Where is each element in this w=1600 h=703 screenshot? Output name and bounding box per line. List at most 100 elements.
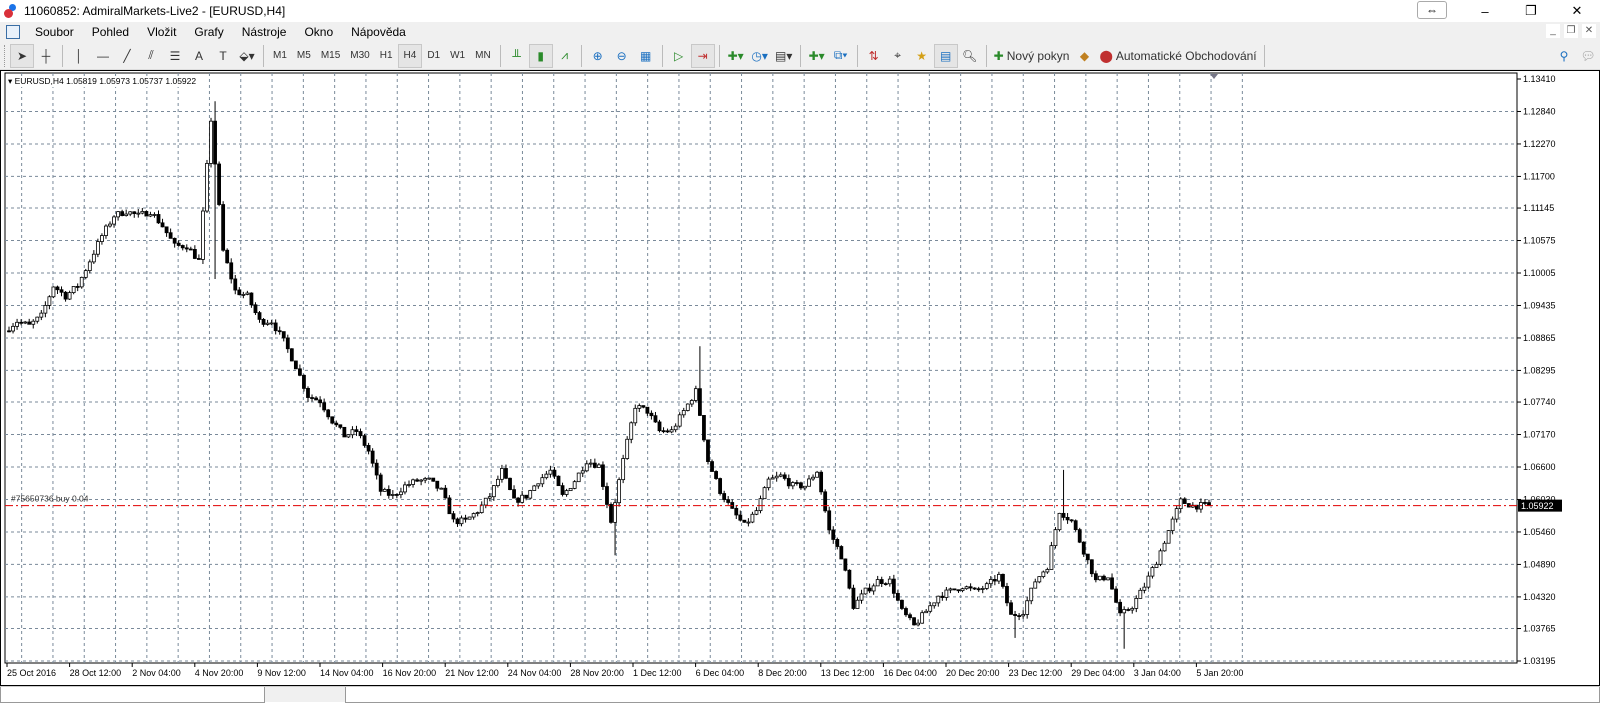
auto-trading-button[interactable]: ⬤ Automatické Obchodování [1096, 44, 1259, 68]
candlestick-chart-icon[interactable]: ▮ [528, 43, 553, 68]
separator [856, 44, 858, 67]
x-tick-label: 20 Dec 20:00 [946, 668, 1000, 678]
candle-body [168, 232, 173, 239]
fibonacci-icon[interactable]: ☰ [163, 44, 187, 68]
swap-layout-button[interactable]: ⇔ [1417, 1, 1447, 19]
chart-window[interactable]: 1.13410 1.12840 1.12270 1.11700 1.11145 1.105… [0, 70, 1600, 686]
candle-body [532, 485, 537, 491]
candle-body [439, 487, 444, 490]
timeframe-mn[interactable]: MN [470, 44, 496, 68]
candle-body [718, 478, 723, 494]
zoom-out-icon[interactable]: ⊖ [610, 44, 634, 68]
candle [1053, 527, 1058, 549]
tile-windows-icon[interactable]: ▦ [634, 44, 658, 68]
new-chart-dropdown-icon[interactable]: ✚▾ [805, 44, 829, 68]
window-title: 11060852: AdmiralMarkets-Live2 - [EURUSD… [24, 4, 286, 18]
vertical-line-icon[interactable]: │ [67, 44, 91, 68]
candle-body [100, 235, 104, 242]
candle-body [1033, 581, 1038, 589]
chart-window-icon[interactable] [6, 25, 20, 39]
timeframe-m30[interactable]: M30 [345, 44, 374, 68]
candle-body [415, 479, 419, 482]
candle-body [148, 214, 153, 217]
toolbar-grip[interactable] [4, 44, 7, 67]
mdi-minimize-button[interactable]: _ [1546, 24, 1560, 38]
menu-grafy[interactable]: Grafy [185, 25, 232, 39]
candle [1158, 548, 1163, 567]
indicators-dropdown-icon[interactable]: ✚▾ [724, 44, 748, 68]
plot-area [4, 72, 1518, 664]
crosshair-tool-icon[interactable]: ┼ [34, 44, 58, 68]
x-tick-label: 23 Dec 12:00 [1009, 668, 1063, 678]
candle-body [451, 513, 456, 520]
maximize-button[interactable]: ❐ [1508, 3, 1554, 19]
timeframe-w1[interactable]: W1 [445, 44, 470, 68]
signals-icon[interactable]: ◆ [1072, 44, 1096, 68]
candle [952, 588, 957, 591]
chat-icon[interactable]: 💬︎ [1576, 44, 1600, 68]
candle-body [807, 478, 811, 487]
candle-body [47, 296, 52, 306]
templates-dropdown-icon[interactable]: ▤▾ [772, 44, 796, 68]
equidistant-channel-icon[interactable]: ⫽ [139, 44, 163, 68]
timeframe-m1[interactable]: M1 [268, 44, 292, 68]
candle-body [249, 292, 254, 306]
line-chart-icon[interactable]: ⩘ [553, 44, 577, 68]
data-window-icon[interactable]: ⌖ [886, 44, 910, 68]
periods-dropdown-icon[interactable]: ◷▾ [748, 44, 772, 68]
navigator-icon[interactable]: ★ [910, 44, 934, 68]
candle-body [702, 415, 706, 441]
cursor-tool-icon[interactable]: ➤ [10, 43, 34, 68]
candle [1001, 573, 1005, 589]
search-icon[interactable]: ⚲ [1552, 44, 1576, 68]
candle-body [685, 403, 690, 411]
market-watch-icon[interactable]: ⇅ [862, 44, 886, 68]
candle [601, 461, 605, 490]
timeframe-m5[interactable]: M5 [292, 44, 316, 68]
chart-shift-icon[interactable]: ⇥ [690, 43, 715, 68]
candle-body [661, 430, 666, 433]
arrows-dropdown-icon[interactable]: ⬙▾ [235, 44, 259, 68]
candle-body [649, 412, 654, 417]
terminal-icon[interactable]: ▤ [933, 43, 958, 68]
menu-vlozit[interactable]: Vložit [138, 25, 185, 39]
symbol-ohlc: EURUSD,H4 1.05819 1.05973 1.05737 1.0592… [14, 76, 197, 86]
close-button[interactable]: ✕ [1554, 3, 1600, 19]
text-label-icon[interactable]: T [211, 44, 235, 68]
menu-pohled[interactable]: Pohled [83, 25, 138, 39]
menu-okno[interactable]: Okno [295, 25, 342, 39]
timeframe-h1[interactable]: H1 [375, 44, 398, 68]
menu-napoveda[interactable]: Nápověda [342, 25, 415, 39]
menu-nastroje[interactable]: Nástroje [233, 25, 296, 39]
price-chart[interactable]: 1.13410 1.12840 1.12270 1.11700 1.11145 1.105… [1, 71, 1599, 685]
new-order-button[interactable]: ✚ Nový pokyn [991, 44, 1073, 68]
timeframe-m15[interactable]: M15 [316, 44, 345, 68]
new-order-icon: ✚ [993, 48, 1004, 63]
horizontal-line-icon[interactable]: — [91, 44, 115, 68]
candle-body [1178, 498, 1183, 510]
candle-body [172, 237, 177, 244]
chart-tab[interactable] [0, 687, 265, 703]
candle-body [1150, 567, 1155, 577]
candle [1077, 527, 1082, 544]
bar-chart-icon[interactable]: ╨ [505, 44, 529, 68]
candle-body [867, 587, 872, 592]
mdi-restore-button[interactable]: ❐ [1564, 24, 1578, 38]
trendline-icon[interactable]: ╱ [115, 44, 139, 68]
timeframe-h4[interactable]: H4 [397, 43, 423, 68]
timeframe-d1[interactable]: D1 [422, 44, 445, 68]
minimize-button[interactable]: – [1462, 4, 1508, 19]
text-icon[interactable]: A [187, 44, 211, 68]
profiles-dropdown-icon[interactable]: ⧉▾ [829, 44, 853, 68]
candle-body [273, 322, 278, 332]
mdi-close-button[interactable]: ✕ [1582, 24, 1596, 38]
y-tick-label: 1.10005 [1523, 268, 1556, 278]
candle-body [43, 305, 48, 314]
zoom-in-icon[interactable]: ⊕ [586, 44, 610, 68]
menu-soubor[interactable]: Soubor [26, 25, 83, 39]
candle-body [277, 330, 282, 333]
candle-body [39, 312, 44, 318]
auto-scroll-icon[interactable]: ▷ [667, 44, 691, 68]
strategy-tester-icon[interactable]: 🔍︎ [958, 44, 982, 68]
symbol-menu-icon[interactable]: ▾ [8, 76, 15, 86]
